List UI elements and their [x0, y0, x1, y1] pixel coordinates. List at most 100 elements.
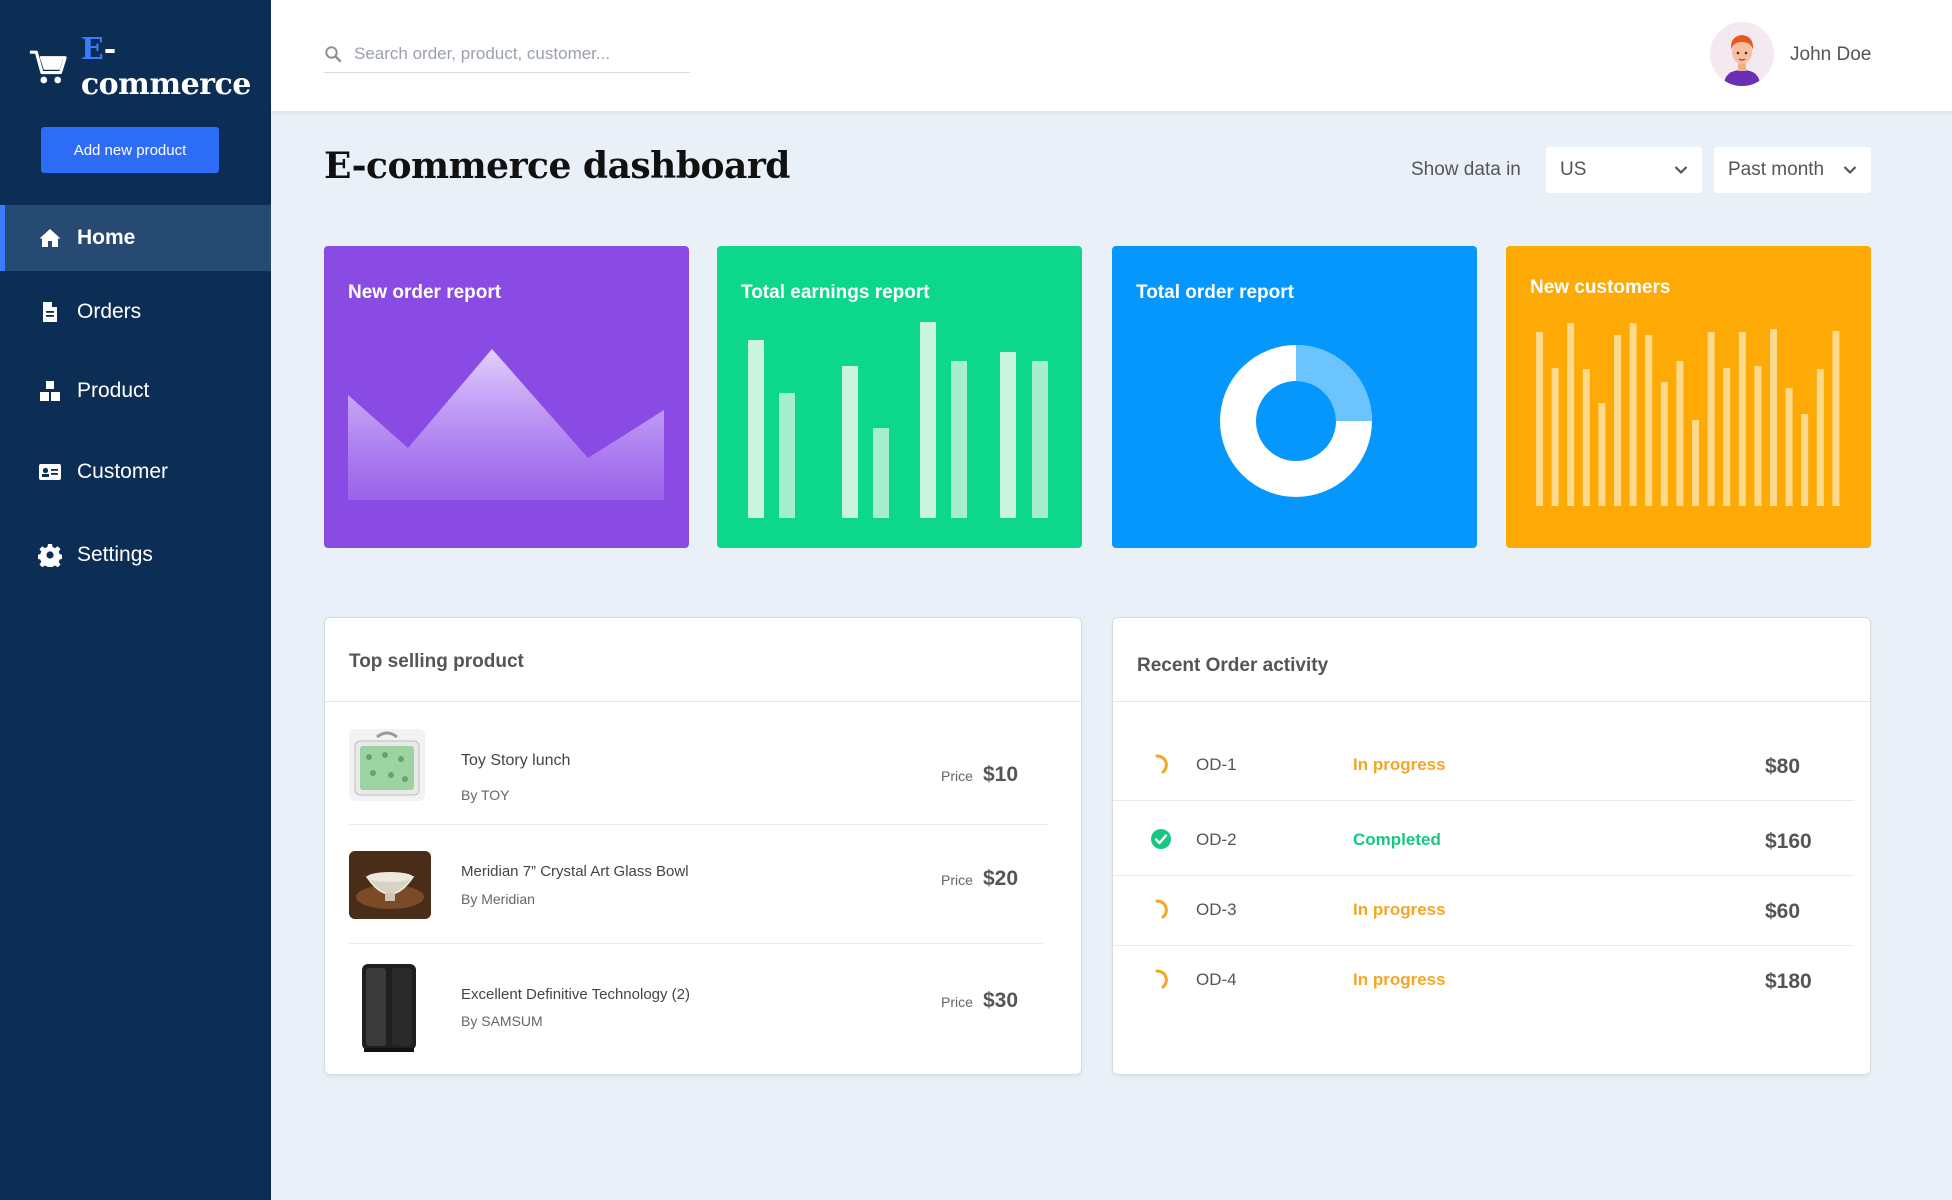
new-order-report-card[interactable]: New order report — [324, 246, 689, 548]
order-amount: $180 — [1765, 970, 1812, 993]
sidebar-item-label: Orders — [77, 300, 142, 323]
decorative-bar — [1582, 369, 1590, 506]
product-row[interactable]: Toy Story lunch By TOY Price $10 — [325, 729, 1081, 819]
order-id: OD-1 — [1196, 755, 1237, 774]
price-label: Price — [941, 994, 973, 1010]
add-new-product-button[interactable]: Add new product — [41, 127, 219, 173]
divider — [1113, 875, 1854, 876]
brand-logo[interactable]: E-commerce — [28, 32, 271, 102]
product-name: Meridian 7” Crystal Art Glass Bowl — [461, 863, 689, 880]
panel-title: Top selling product — [349, 651, 524, 672]
decorative-bar — [1754, 366, 1762, 506]
order-row[interactable]: OD-2 Completed $160 — [1113, 820, 1870, 860]
decorative-bar — [1723, 368, 1731, 506]
lunchbox-image — [349, 729, 425, 801]
chevron-down-icon — [1674, 166, 1688, 175]
order-status: In progress — [1353, 755, 1446, 774]
price-label: Price — [941, 768, 973, 784]
search-bar — [324, 36, 690, 73]
page-title: E-commerce dashboard — [324, 145, 790, 187]
in-progress-icon — [1155, 754, 1168, 774]
period-select[interactable]: Past month — [1714, 147, 1871, 193]
divider — [1113, 701, 1870, 702]
order-amount: $160 — [1765, 830, 1812, 853]
brand-name: E-commerce — [80, 32, 252, 102]
top-selling-panel: Top selling product Toy Story lunch By T… — [324, 617, 1082, 1075]
order-id: OD-4 — [1196, 970, 1237, 989]
sidebar-item-label: Home — [77, 226, 136, 249]
order-status: In progress — [1353, 900, 1446, 919]
order-id: OD-3 — [1196, 900, 1237, 919]
user-name[interactable]: John Doe — [1790, 44, 1871, 66]
decorative-bar — [1676, 361, 1684, 506]
decorative-bar — [1832, 331, 1840, 506]
decorative-bar — [1801, 414, 1809, 506]
product-thumbnail — [349, 729, 425, 801]
decorative-bar — [1536, 332, 1543, 506]
document-icon — [43, 302, 57, 322]
search-icon — [325, 46, 342, 63]
home-icon — [39, 229, 61, 247]
order-id: OD-2 — [1196, 830, 1237, 849]
in-progress-icon — [1155, 899, 1168, 919]
price-label: Price — [941, 872, 973, 888]
divider — [1113, 945, 1854, 946]
order-status: In progress — [1353, 970, 1446, 989]
sidebar-item-customer[interactable]: Customer — [0, 439, 271, 505]
avatar[interactable] — [1710, 22, 1774, 86]
sidebar-item-settings[interactable]: Settings — [0, 522, 271, 588]
sidebar-item-home[interactable]: Home — [0, 205, 271, 271]
shopping-cart-icon — [29, 50, 67, 84]
order-amount: $60 — [1765, 900, 1801, 923]
decorative-bar — [1692, 420, 1699, 506]
order-row[interactable]: OD-1 In progress $80 — [1113, 745, 1870, 785]
order-amount: $80 — [1765, 755, 1801, 778]
sidebar-item-label: Customer — [77, 460, 169, 483]
sidebar-item-product[interactable]: Product — [0, 358, 271, 424]
decorative-bar — [1614, 335, 1621, 506]
card-title: New order report — [348, 282, 502, 303]
boxes-icon — [40, 381, 60, 401]
region-select[interactable]: US — [1546, 147, 1702, 193]
decorative-bar — [1660, 382, 1668, 506]
decorative-bar — [1645, 335, 1653, 506]
divider — [349, 943, 1043, 944]
decorative-bar — [1629, 323, 1637, 506]
user-avatar-icon — [1724, 35, 1760, 86]
product-name: Excellent Definitive Technology (2) — [461, 986, 691, 1003]
product-row[interactable]: Excellent Definitive Technology (2) By S… — [325, 960, 1081, 1060]
decorative-bar — [1770, 329, 1777, 506]
product-price: $20 — [983, 867, 1019, 890]
check-circle-icon — [1151, 829, 1171, 849]
id-card-icon — [39, 464, 61, 480]
order-row[interactable]: OD-4 In progress $180 — [1113, 960, 1870, 1000]
product-price: $10 — [983, 763, 1019, 786]
order-status: Completed — [1353, 830, 1441, 849]
speaker-image — [356, 960, 422, 1054]
product-price: $30 — [983, 989, 1019, 1012]
product-thumbnail — [349, 851, 431, 919]
show-data-label: Show data in — [1411, 159, 1521, 180]
glass-bowl-image — [349, 851, 431, 919]
card-title: New customers — [1530, 277, 1671, 298]
divider — [325, 701, 1081, 702]
gear-icon — [38, 544, 62, 567]
sidebar-item-orders[interactable]: Orders — [0, 279, 271, 345]
order-row[interactable]: OD-3 In progress $60 — [1113, 890, 1870, 930]
top-header: John Doe — [271, 0, 1952, 111]
product-thumbnail — [356, 960, 422, 1054]
total-earnings-report-card[interactable]: Total earnings report — [717, 246, 1082, 548]
decorative-bar — [1567, 323, 1575, 506]
card-title: Total order report — [1136, 282, 1294, 303]
period-select-value: Past month — [1728, 159, 1825, 180]
panel-title: Recent Order activity — [1137, 655, 1329, 676]
recent-orders-panel: Recent Order activity OD-1 In progress $… — [1112, 617, 1871, 1075]
sidebar-item-label: Settings — [77, 543, 153, 566]
product-brand: By TOY — [461, 787, 510, 803]
product-brand: By SAMSUM — [461, 1013, 543, 1029]
new-customers-card[interactable]: New customers — [1506, 246, 1871, 548]
chevron-down-icon — [1843, 166, 1857, 175]
product-row[interactable]: Meridian 7” Crystal Art Glass Bowl By Me… — [325, 851, 1081, 941]
search-input[interactable] — [354, 44, 674, 64]
total-order-report-card[interactable]: Total order report — [1112, 246, 1477, 548]
